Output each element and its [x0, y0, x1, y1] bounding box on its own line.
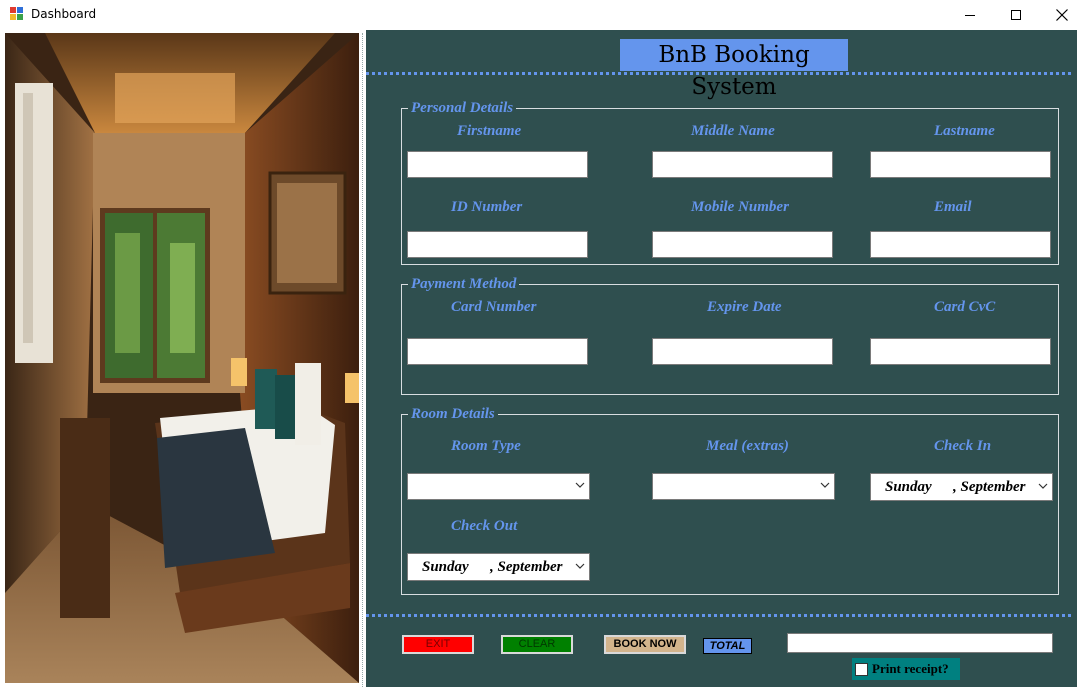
top-divider	[366, 72, 1071, 75]
check-out-label: Check Out	[451, 518, 518, 534]
card-cvc-label: Card CvC	[934, 299, 996, 315]
room-photo-illustration	[5, 33, 359, 683]
expire-date-input[interactable]	[652, 338, 833, 365]
booking-panel: BnB Booking System Personal Details Firs…	[366, 30, 1077, 687]
room-type-label: Room Type	[451, 438, 521, 454]
personal-details-legend: Personal Details	[411, 100, 514, 116]
chevron-down-icon	[1038, 483, 1048, 489]
window-titlebar: Dashboard	[0, 0, 1077, 30]
email-input[interactable]	[870, 231, 1051, 258]
payment-method-group: Payment Method	[401, 276, 1059, 395]
mobile-number-label: Mobile Number	[691, 199, 789, 215]
app-icon	[10, 7, 24, 21]
print-receipt-label: Print receipt?	[872, 661, 949, 676]
card-number-label: Card Number	[451, 299, 537, 315]
room-type-select[interactable]	[407, 473, 590, 500]
expire-date-label: Expire Date	[707, 299, 782, 315]
id-number-label: ID Number	[451, 199, 523, 215]
total-input[interactable]	[787, 633, 1053, 653]
room-details-legend: Room Details	[411, 406, 495, 422]
id-number-input[interactable]	[407, 231, 588, 258]
check-in-day: Sunday	[885, 479, 932, 495]
middlename-label: Middle Name	[691, 123, 775, 139]
close-button[interactable]	[1039, 0, 1077, 30]
minimize-button[interactable]	[947, 0, 993, 30]
app-title: BnB Booking System	[620, 39, 848, 100]
maximize-button[interactable]	[993, 0, 1039, 30]
bottom-divider	[366, 614, 1071, 617]
meal-extras-label: Meal (extras)	[706, 438, 789, 454]
chevron-down-icon	[575, 482, 585, 488]
checkbox-box[interactable]	[855, 663, 868, 676]
check-out-month: , September	[490, 559, 563, 575]
close-icon	[1056, 9, 1068, 21]
maximize-icon	[1010, 9, 1021, 20]
check-out-day: Sunday	[422, 559, 469, 575]
window-title: Dashboard	[31, 7, 97, 21]
chevron-down-icon	[575, 563, 585, 569]
middlename-input[interactable]	[652, 151, 833, 178]
firstname-label: Firstname	[457, 123, 522, 139]
card-cvc-input[interactable]	[870, 338, 1051, 365]
print-receipt-checkbox[interactable]: Print receipt?	[852, 658, 960, 680]
lastname-input[interactable]	[870, 151, 1051, 178]
book-now-button[interactable]: BOOK NOW	[604, 635, 686, 654]
firstname-input[interactable]	[407, 151, 588, 178]
email-label: Email	[934, 199, 972, 215]
check-in-label: Check In	[934, 438, 992, 454]
lastname-label: Lastname	[934, 123, 995, 139]
mobile-number-input[interactable]	[652, 231, 833, 258]
clear-button[interactable]: CLEAR	[501, 635, 573, 654]
check-out-date-picker[interactable]: Sunday , September	[407, 553, 590, 581]
exit-button[interactable]: EXIT	[402, 635, 474, 654]
total-label: TOTAL	[703, 638, 752, 654]
room-photo	[5, 33, 361, 683]
minimize-icon	[964, 14, 975, 16]
card-number-input[interactable]	[407, 338, 588, 365]
check-in-month: , September	[953, 479, 1026, 495]
chevron-down-icon	[820, 482, 830, 488]
check-in-date-picker[interactable]: Sunday , September	[870, 473, 1053, 501]
payment-method-legend: Payment Method	[411, 276, 517, 292]
meal-extras-select[interactable]	[652, 473, 835, 500]
